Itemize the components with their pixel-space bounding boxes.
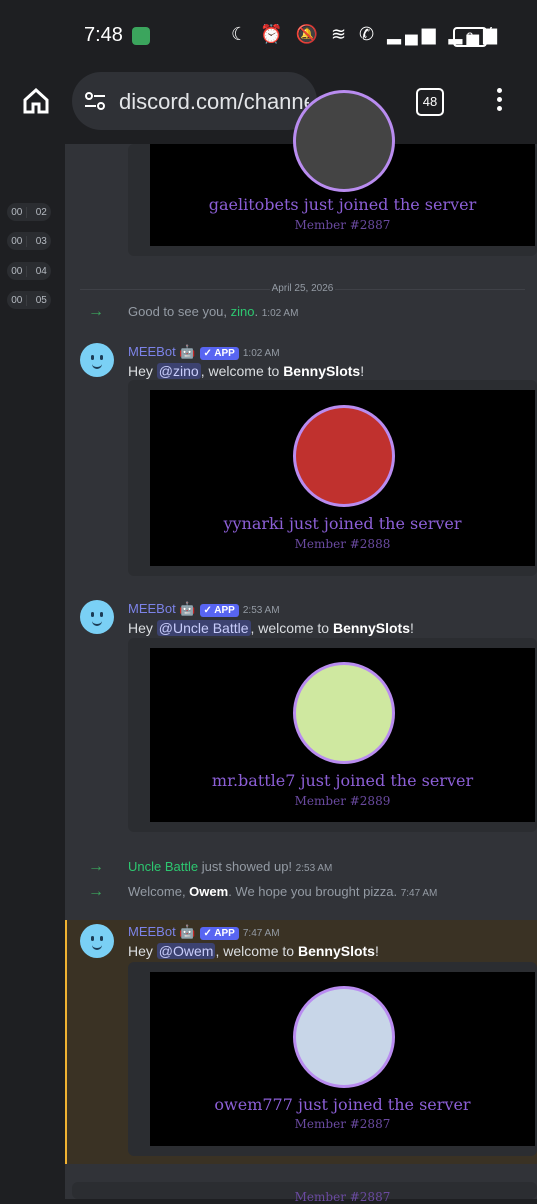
vpn-shield-icon [132, 27, 150, 45]
code-pill[interactable]: 00 04 [7, 262, 51, 280]
timestamp: 1:02 AM [261, 308, 299, 319]
timestamp: 7:47 AM [242, 928, 280, 939]
message-text: Hey @zino, welcome to BennySlots! [128, 363, 364, 379]
system-message: Uncle Battle just showed up! 2:53 AM [128, 859, 332, 874]
bot-avatar[interactable] [80, 343, 114, 377]
bot-icon: 🤖 [179, 924, 196, 939]
message-text: Hey @Owem, welcome to BennySlots! [128, 943, 379, 959]
text: , welcome to [250, 620, 333, 636]
bot-name-row: MEEBot 🤖 ✓ APP 1:02 AM [128, 344, 280, 360]
member-number: Member #2887 [294, 218, 391, 232]
bot-avatar[interactable] [80, 600, 114, 634]
text: ! [374, 943, 379, 959]
join-arrow-icon: → [88, 303, 104, 320]
pill-left: 00 [11, 206, 28, 218]
site-settings-icon[interactable] [84, 90, 106, 112]
user-mention[interactable]: @Owem [156, 943, 216, 959]
system-text: Welcome, [128, 884, 190, 899]
system-text: Good to see you, [128, 304, 231, 319]
timestamp: 7:47 AM [400, 888, 438, 899]
server-name: BennySlots [283, 363, 361, 379]
system-text: just showed up! [198, 859, 293, 874]
status-bar: 7:48 ☾ ⏰ 🔕 ≋ ✆ ▂▄▆ ▂▄▆ 3 ϟ [0, 0, 537, 70]
pill-left: 00 [11, 235, 28, 247]
text: ! [410, 620, 414, 636]
bot-name[interactable]: MEEBot [128, 601, 176, 616]
bot-icon: 🤖 [179, 344, 196, 359]
timestamp: 1:02 AM [242, 348, 280, 359]
pill-left: 00 [11, 265, 28, 277]
more-menu-icon[interactable] [497, 88, 503, 115]
bot-icon: 🤖 [179, 601, 196, 616]
home-icon[interactable] [22, 88, 50, 114]
server-name: BennySlots [297, 943, 375, 959]
system-message: Welcome, Owem. We hope you brought pizza… [128, 884, 437, 899]
bot-name[interactable]: MEEBot [128, 344, 176, 359]
user-mention[interactable]: @zino [156, 363, 201, 379]
url-text[interactable]: discord.com/channe [119, 89, 309, 115]
text: Hey [128, 363, 157, 379]
bot-name-row: MEEBot 🤖 ✓ APP 2:53 AM [128, 601, 280, 617]
text: Hey [128, 943, 157, 959]
system-text: . [254, 304, 259, 319]
member-avatar [293, 986, 395, 1088]
app-badge: ✓ APP [199, 347, 239, 360]
member-avatar [293, 405, 395, 507]
tab-switcher-button[interactable]: 48 [416, 88, 444, 116]
app-badge: ✓ APP [199, 927, 239, 940]
bot-name[interactable]: MEEBot [128, 924, 176, 939]
member-avatar [293, 662, 395, 764]
server-name: BennySlots [332, 620, 410, 636]
date-separator: April 25, 2026 [80, 283, 525, 294]
code-pill[interactable]: 00 05 [7, 291, 51, 309]
username[interactable]: Uncle Battle [128, 859, 198, 874]
member-number: Member #2888 [294, 537, 391, 551]
join-arrow-icon: → [88, 883, 104, 900]
member-number: Member #2889 [294, 794, 391, 808]
pill-right: 05 [35, 294, 47, 306]
pill-right: 03 [35, 235, 47, 247]
join-text: gaelitobets just joined the server [208, 195, 477, 214]
text: ! [360, 363, 365, 379]
bot-name-row: MEEBot 🤖 ✓ APP 7:47 AM [128, 924, 280, 940]
message-text: Hey @Uncle Battle, welcome to BennySlots… [128, 620, 414, 636]
member-number: Member #2887 [294, 1117, 391, 1131]
user-mention[interactable]: @Uncle Battle [156, 620, 251, 636]
username[interactable]: zino [231, 304, 255, 319]
member-number: Member #2887 [294, 1190, 391, 1204]
pill-right: 04 [35, 265, 47, 277]
timestamp: 2:53 AM [242, 605, 280, 616]
text: , welcome to [200, 363, 284, 379]
pill-right: 02 [35, 206, 47, 218]
system-message: Good to see you, zino. 1:02 AM [128, 304, 298, 319]
clock: 7:48 [84, 24, 123, 46]
username[interactable]: Owem [189, 884, 228, 899]
charging-icon: ϟ [488, 25, 497, 42]
join-text: yynarki just joined the server [223, 514, 462, 533]
timestamp: 2:53 AM [295, 863, 333, 874]
text: , welcome to [215, 943, 298, 959]
join-text: mr.battle7 just joined the server [211, 771, 474, 790]
join-arrow-icon: → [88, 858, 104, 875]
system-text: . We hope you brought pizza. [228, 884, 398, 899]
code-pill[interactable]: 00 02 [7, 203, 51, 221]
battery-icon: 3 [453, 27, 487, 47]
address-bar[interactable]: discord.com/channe [72, 72, 317, 130]
join-text: owem777 just joined the server [214, 1095, 471, 1114]
app-badge: ✓ APP [199, 604, 239, 617]
code-pill[interactable]: 00 03 [7, 232, 51, 250]
pill-left: 00 [11, 294, 28, 306]
text: Hey [128, 620, 157, 636]
member-avatar [293, 90, 395, 192]
bot-avatar[interactable] [80, 924, 114, 958]
